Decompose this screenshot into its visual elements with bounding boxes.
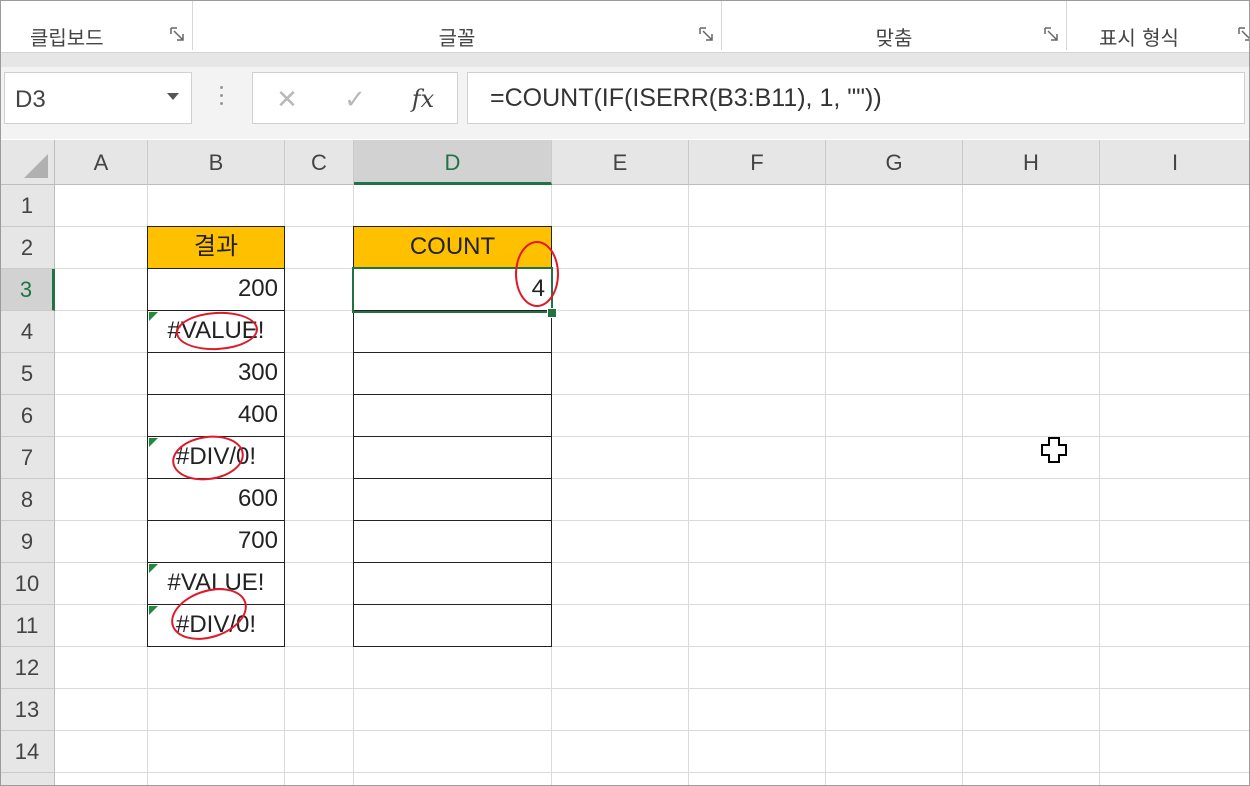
error-indicator-icon bbox=[149, 606, 158, 615]
column-header-i[interactable]: I bbox=[1100, 140, 1250, 185]
cell-b2-result-header[interactable]: 결과 bbox=[147, 226, 285, 269]
column-header-h[interactable]: H bbox=[963, 140, 1100, 185]
ribbon-group-label: 맞춤 bbox=[875, 26, 913, 50]
row-header-2[interactable]: 2 bbox=[0, 227, 55, 269]
ribbon-group-label: 글꼴 bbox=[438, 26, 476, 50]
ribbon: 클립보드 글꼴 맞춤 표시 형식 bbox=[0, 0, 1250, 52]
ribbon-group-number-format: 표시 형식 bbox=[1067, 0, 1250, 50]
row-header-10[interactable]: 10 bbox=[0, 563, 55, 605]
formula-text: =COUNT(IF(ISERR(B3:B11), 1, "")) bbox=[490, 84, 882, 112]
cell-b5[interactable]: 300 bbox=[147, 352, 285, 395]
column-header-e[interactable]: E bbox=[552, 140, 689, 185]
ribbon-group-label: 클립보드 bbox=[30, 26, 104, 50]
ribbon-group-clipboard: 클립보드 bbox=[0, 0, 193, 50]
drag-handle-icon[interactable] bbox=[218, 86, 224, 108]
cell-d8[interactable] bbox=[353, 478, 552, 521]
select-all-button[interactable] bbox=[0, 140, 55, 185]
cell-b9[interactable]: 700 bbox=[147, 520, 285, 563]
dialog-launcher-icon[interactable] bbox=[1238, 27, 1250, 41]
row-header-4[interactable]: 4 bbox=[0, 311, 55, 353]
insert-function-button[interactable]: fx bbox=[403, 83, 443, 115]
gridline bbox=[688, 185, 689, 786]
ribbon-group-alignment: 맞춤 bbox=[722, 0, 1067, 50]
cell-d5[interactable] bbox=[353, 352, 552, 395]
row-header-8[interactable]: 8 bbox=[0, 479, 55, 521]
row-header-12[interactable]: 12 bbox=[0, 647, 55, 689]
gridline bbox=[825, 185, 826, 786]
gridline bbox=[55, 772, 1250, 773]
ribbon-group-font: 글꼴 bbox=[193, 0, 722, 50]
gridline bbox=[962, 185, 963, 786]
error-indicator-icon bbox=[149, 312, 158, 321]
row-header-15[interactable] bbox=[0, 773, 55, 786]
dialog-launcher-icon[interactable] bbox=[699, 27, 713, 41]
cell-d9[interactable] bbox=[353, 520, 552, 563]
formula-buttons: ✕ ✓ fx bbox=[252, 72, 458, 124]
cancel-button[interactable]: ✕ bbox=[267, 83, 307, 115]
name-box[interactable]: D3 bbox=[4, 72, 192, 124]
row-header-9[interactable]: 9 bbox=[0, 521, 55, 563]
formula-input[interactable]: =COUNT(IF(ISERR(B3:B11), 1, "")) bbox=[467, 72, 1245, 124]
cell-d11[interactable] bbox=[353, 604, 552, 647]
error-indicator-icon bbox=[149, 438, 158, 447]
row-header-7[interactable]: 7 bbox=[0, 437, 55, 479]
row-header-3[interactable]: 3 bbox=[0, 269, 55, 311]
gridline bbox=[55, 688, 1250, 689]
column-header-a[interactable]: A bbox=[55, 140, 148, 185]
error-indicator-icon bbox=[149, 564, 158, 573]
cell-d7[interactable] bbox=[353, 436, 552, 479]
row-header-1[interactable]: 1 bbox=[0, 185, 55, 227]
column-header-c[interactable]: C bbox=[285, 140, 354, 185]
worksheet-grid: A B C D E F G H I 1 2 3 4 5 6 7 8 9 10 1… bbox=[0, 140, 1250, 786]
cell-select-cross-cursor-icon bbox=[1040, 436, 1068, 464]
enter-button[interactable]: ✓ bbox=[335, 83, 375, 115]
column-header-f[interactable]: F bbox=[689, 140, 826, 185]
select-all-triangle-icon bbox=[24, 154, 48, 178]
cell-b8[interactable]: 600 bbox=[147, 478, 285, 521]
dialog-launcher-icon[interactable] bbox=[1044, 27, 1058, 41]
cell-d10[interactable] bbox=[353, 562, 552, 605]
row-header-14[interactable]: 14 bbox=[0, 731, 55, 773]
column-header-b[interactable]: B bbox=[148, 140, 285, 185]
fill-handle[interactable] bbox=[547, 308, 557, 318]
row-header-11[interactable]: 11 bbox=[0, 605, 55, 647]
cell-d4[interactable] bbox=[353, 310, 552, 353]
cell-b6[interactable]: 400 bbox=[147, 394, 285, 437]
row-header-6[interactable]: 6 bbox=[0, 395, 55, 437]
gridline bbox=[1099, 185, 1100, 786]
chevron-down-icon[interactable] bbox=[167, 93, 179, 100]
annotation-circle bbox=[515, 241, 559, 307]
dialog-launcher-icon[interactable] bbox=[170, 27, 184, 41]
cell-d6[interactable] bbox=[353, 394, 552, 437]
column-header-d[interactable]: D bbox=[354, 140, 552, 185]
ribbon-divider bbox=[0, 52, 1250, 68]
row-header-13[interactable]: 13 bbox=[0, 689, 55, 731]
ribbon-group-label: 표시 형식 bbox=[1099, 26, 1179, 50]
name-box-value: D3 bbox=[15, 86, 46, 113]
column-header-g[interactable]: G bbox=[826, 140, 963, 185]
row-header-5[interactable]: 5 bbox=[0, 353, 55, 395]
gridline bbox=[55, 730, 1250, 731]
cell-b3[interactable]: 200 bbox=[147, 268, 285, 311]
